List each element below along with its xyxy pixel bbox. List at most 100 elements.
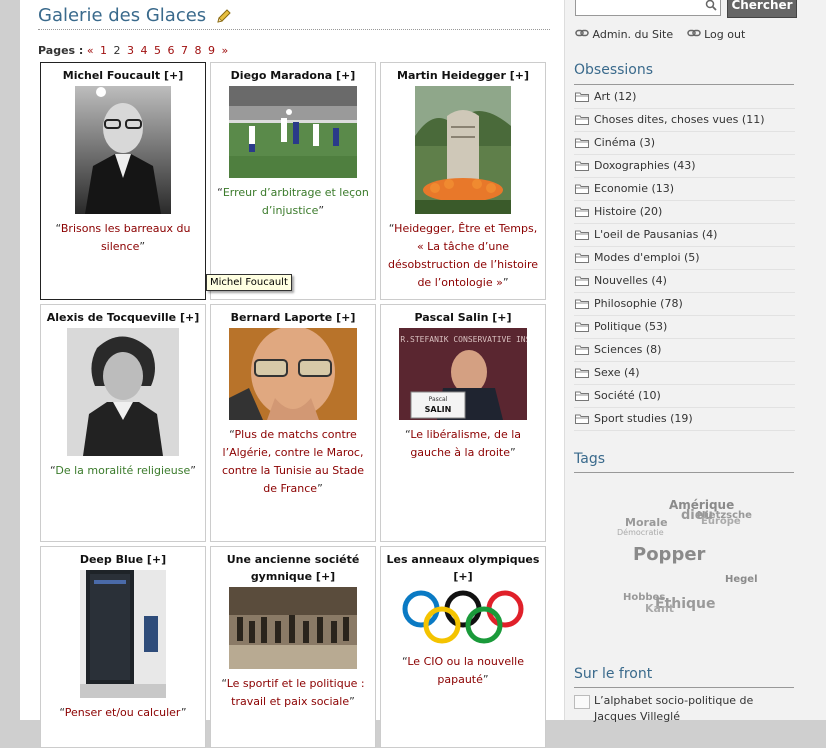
- olympic-rings-image[interactable]: [399, 587, 527, 647]
- heidegger-grave-image[interactable]: [415, 86, 511, 214]
- card-caption[interactable]: “Plus de matchs contre l’Algérie, contre…: [211, 426, 375, 498]
- card-title[interactable]: Pascal Salin [+]: [381, 309, 545, 326]
- category-item[interactable]: Cinéma (3): [574, 132, 795, 155]
- category-label[interactable]: Sport studies (19): [594, 408, 693, 430]
- category-label[interactable]: Modes d'emploi (5): [594, 247, 700, 269]
- category-item[interactable]: Doxographies (43): [574, 155, 795, 178]
- category-item[interactable]: Art (12): [574, 86, 795, 109]
- pagination-page-5[interactable]: 5: [154, 44, 161, 57]
- folder-icon: [575, 207, 589, 217]
- card-title[interactable]: Martin Heidegger [+]: [381, 67, 545, 84]
- category-item[interactable]: Sexe (4): [574, 362, 795, 385]
- pagination-label: Pages :: [38, 44, 84, 57]
- gallery-card-salin[interactable]: Pascal Salin [+] M.R.STEFANIK CONSERVATI…: [380, 304, 546, 542]
- folder-icon: [575, 230, 589, 240]
- category-label[interactable]: Sciences (8): [594, 339, 661, 361]
- maradona-photo-image[interactable]: [229, 86, 357, 178]
- folder-icon: [575, 115, 589, 125]
- category-label[interactable]: Société (10): [594, 385, 661, 407]
- card-title[interactable]: Les anneaux olympiques [+]: [381, 551, 545, 585]
- category-item[interactable]: L'oeil de Pausanias (4): [574, 224, 795, 247]
- category-label[interactable]: Sexe (4): [594, 362, 640, 384]
- pagination-page-2-current: 2: [113, 44, 121, 57]
- category-item[interactable]: Nouvelles (4): [574, 270, 795, 293]
- laporte-photo-image[interactable]: [229, 328, 357, 420]
- front-divider: [574, 687, 794, 688]
- gallery-card-maradona[interactable]: Diego Maradona [+] “Erreur d’arbitrage e…: [210, 62, 376, 300]
- deep-blue-computer-image[interactable]: [80, 570, 166, 698]
- category-label[interactable]: Philosophie (78): [594, 293, 683, 315]
- tag-link[interactable]: Hegel: [725, 574, 758, 585]
- category-label[interactable]: Histoire (20): [594, 201, 662, 223]
- pagination-page-9[interactable]: 9: [208, 44, 215, 57]
- category-label[interactable]: Doxographies (43): [594, 155, 696, 177]
- card-caption[interactable]: “Erreur d’arbitrage et leçon d’injustice…: [211, 184, 375, 220]
- folder-icon: [575, 322, 589, 332]
- card-title[interactable]: Bernard Laporte [+]: [211, 309, 375, 326]
- gallery-card-laporte[interactable]: Bernard Laporte [+] “Plus de matchs cont…: [210, 304, 376, 542]
- folder-icon: [575, 276, 589, 286]
- salin-photo-image[interactable]: M.R.STEFANIK CONSERVATIVE INST Pascal SA…: [399, 328, 527, 420]
- category-label[interactable]: Nouvelles (4): [594, 270, 667, 292]
- category-item[interactable]: Choses dites, choses vues (11): [574, 109, 795, 132]
- pagination-prev[interactable]: «: [87, 44, 94, 57]
- category-label[interactable]: Cinéma (3): [594, 132, 655, 154]
- card-caption[interactable]: “Penser et/ou calculer”: [41, 704, 205, 722]
- logout-link[interactable]: Log out: [704, 28, 745, 41]
- search-button[interactable]: Chercher: [727, 0, 797, 18]
- pagination-page-4[interactable]: 4: [141, 44, 148, 57]
- pagination-page-3[interactable]: 3: [127, 44, 134, 57]
- category-item[interactable]: Société (10): [574, 385, 795, 408]
- tag-link[interactable]: Popper: [633, 544, 705, 565]
- pagination-page-7[interactable]: 7: [181, 44, 188, 57]
- page-title-text: Galerie des Glaces: [38, 5, 207, 26]
- edit-pencil-icon[interactable]: [216, 8, 232, 24]
- card-title[interactable]: Diego Maradona [+]: [211, 67, 375, 84]
- tag-link[interactable]: Europe: [701, 516, 741, 527]
- gallery-card-foucault[interactable]: Michel Foucault [+] “Brisons les barreau…: [40, 62, 206, 300]
- category-label[interactable]: Economie (13): [594, 178, 674, 200]
- card-title[interactable]: Une ancienne société gymnique [+]: [211, 551, 375, 585]
- card-title[interactable]: Michel Foucault [+]: [41, 67, 205, 84]
- tags-divider: [574, 472, 794, 473]
- category-label[interactable]: Art (12): [594, 86, 636, 108]
- gymnastics-society-photo-image[interactable]: [229, 587, 357, 669]
- pagination-page-8[interactable]: 8: [195, 44, 202, 57]
- pagination-page-6[interactable]: 6: [168, 44, 175, 57]
- card-title[interactable]: Deep Blue [+]: [41, 551, 205, 568]
- front-item-link[interactable]: L’alphabet socio-politique de Jacques Vi…: [594, 693, 789, 725]
- pagination-next[interactable]: »: [222, 44, 229, 57]
- search-icon[interactable]: [705, 0, 717, 11]
- category-item[interactable]: Philosophie (78): [574, 293, 795, 316]
- card-caption[interactable]: “Le CIO ou la nouvelle papauté”: [381, 653, 545, 689]
- card-caption[interactable]: “Le libéralisme, de la gauche à la droit…: [381, 426, 545, 462]
- category-item[interactable]: Modes d'emploi (5): [574, 247, 795, 270]
- category-item[interactable]: Sciences (8): [574, 339, 795, 362]
- foucault-portrait-image[interactable]: [75, 86, 171, 214]
- category-item[interactable]: Histoire (20): [574, 201, 795, 224]
- card-caption[interactable]: “Le sportif et le politique : travail et…: [211, 675, 375, 711]
- category-label[interactable]: Politique (53): [594, 316, 667, 338]
- pagination-page-1[interactable]: 1: [100, 44, 107, 57]
- tocqueville-portrait-image[interactable]: [67, 328, 179, 456]
- gallery-card-societe-gymnique[interactable]: Une ancienne société gymnique [+] “Le sp…: [210, 546, 376, 748]
- category-item[interactable]: Sport studies (19): [574, 408, 795, 431]
- category-label[interactable]: L'oeil de Pausanias (4): [594, 224, 717, 246]
- card-caption[interactable]: “Brisons les barreaux du silence”: [41, 220, 205, 256]
- gallery-card-tocqueville[interactable]: Alexis de Tocqueville [+] “De la moralit…: [40, 304, 206, 542]
- card-caption[interactable]: “De la moralité religieuse”: [41, 462, 205, 480]
- admin-site-link[interactable]: Admin. du Site: [593, 28, 674, 41]
- card-caption[interactable]: “Heidegger, Être et Temps, « La tâche d’…: [381, 220, 545, 292]
- category-item[interactable]: Economie (13): [574, 178, 795, 201]
- category-label[interactable]: Choses dites, choses vues (11): [594, 109, 764, 131]
- category-item[interactable]: Politique (53): [574, 316, 795, 339]
- gallery-card-deep-blue[interactable]: Deep Blue [+] “Penser et/ou calculer”: [40, 546, 206, 748]
- folder-icon: [575, 299, 589, 309]
- search-input[interactable]: [575, 0, 721, 16]
- tag-link[interactable]: Kant: [645, 602, 674, 615]
- gallery-card-anneaux-olympiques[interactable]: Les anneaux olympiques [+] “Le CIO ou la…: [380, 546, 546, 748]
- tag-link[interactable]: Démocratie: [617, 528, 664, 537]
- card-title[interactable]: Alexis de Tocqueville [+]: [41, 309, 205, 326]
- folder-icon: [575, 414, 589, 424]
- gallery-card-heidegger[interactable]: Martin Heidegger [+] “Heidegger, Être et…: [380, 62, 546, 300]
